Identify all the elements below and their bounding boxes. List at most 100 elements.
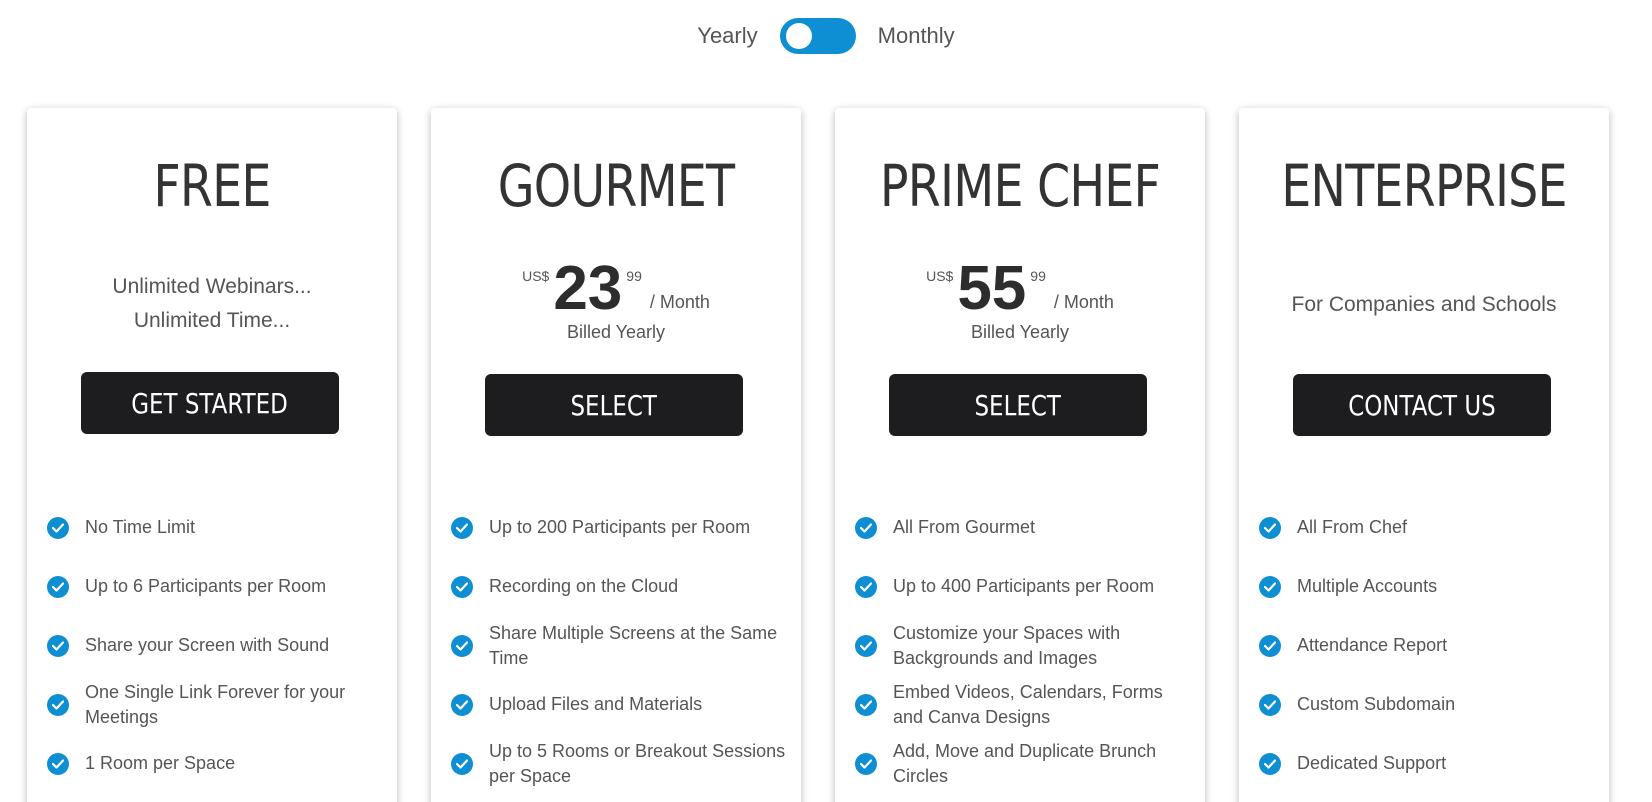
button-label: GET STARTED <box>131 386 289 420</box>
feature-text: Up to 5 Rooms or Breakout Sessions per S… <box>489 740 786 786</box>
feature-item: Recording on the Cloud <box>451 557 791 616</box>
feature-item: Custom Subdomain <box>1259 675 1599 734</box>
price-block: US$ 23 99 / Month Billed Yearly <box>431 258 801 343</box>
feature-list: Up to 200 Participants per Room Recordin… <box>451 498 791 793</box>
billing-note: Billed Yearly <box>970 322 1070 342</box>
check-icon <box>1259 752 1281 775</box>
feature-item: One Single Link Forever for your Meeting… <box>47 675 387 734</box>
feature-text: Up to 200 Participants per Room <box>489 517 751 537</box>
tagline-line: Unlimited Time... <box>133 309 291 332</box>
plan-title: ENTERPRISE <box>1281 152 1567 220</box>
feature-item: Add, Move and Duplicate Brunch Circles <box>855 734 1195 793</box>
feature-item: Up to 200 Participants per Room <box>451 498 791 557</box>
select-gourmet-button[interactable]: SELECT <box>485 374 743 436</box>
check-icon <box>1259 693 1281 716</box>
feature-text: Share your Screen with Sound <box>85 635 330 655</box>
pricing-page: Yearly Monthly FREE Unlimited Webinars..… <box>0 0 1652 802</box>
check-icon <box>451 575 473 598</box>
feature-text: Dedicated Support <box>1297 753 1447 773</box>
feature-text: Embed Videos, Calendars, Forms and Canva… <box>893 681 1163 727</box>
get-started-button[interactable]: GET STARTED <box>81 372 339 434</box>
plan-card-enterprise: ENTERPRISE For Companies and Schools CON… <box>1239 108 1609 802</box>
switch-knob[interactable] <box>785 23 812 49</box>
feature-item: Dedicated Support <box>1259 734 1599 793</box>
check-icon <box>451 634 473 657</box>
check-icon <box>47 752 69 775</box>
billing-toggle: Yearly Monthly <box>0 18 1652 54</box>
check-icon <box>1259 575 1281 598</box>
check-icon <box>451 693 473 716</box>
price-row: US$ 55 99 / Month <box>835 258 1205 320</box>
feature-item: Share Multiple Screens at the Same Time <box>451 616 791 675</box>
contact-us-button[interactable]: CONTACT US <box>1293 374 1551 436</box>
feature-item: Embed Videos, Calendars, Forms and Canva… <box>855 675 1195 734</box>
button-label: CONTACT US <box>1348 388 1496 422</box>
feature-text: Up to 6 Participants per Room <box>85 576 327 596</box>
plan-card-prime-chef: PRIME CHEF US$ 55 99 / Month Billed Year… <box>835 108 1205 802</box>
check-icon <box>855 634 877 657</box>
check-icon <box>855 693 877 716</box>
feature-list: All From Gourmet Up to 400 Participants … <box>855 498 1195 793</box>
check-icon <box>451 516 473 539</box>
feature-item: Up to 400 Participants per Room <box>855 557 1195 616</box>
tagline-line: Unlimited Webinars... <box>112 275 312 298</box>
feature-text: Multiple Accounts <box>1297 576 1438 596</box>
check-icon <box>855 516 877 539</box>
plan-cards: FREE Unlimited Webinars... Unlimited Tim… <box>27 108 1609 802</box>
feature-list: No Time Limit Up to 6 Participants per R… <box>47 498 387 793</box>
feature-text: Share Multiple Screens at the Same Time <box>489 622 778 668</box>
billing-switch[interactable] <box>779 18 856 54</box>
price-cents: 99 <box>1030 268 1046 284</box>
price-row: US$ 23 99 / Month <box>431 258 801 320</box>
button-label: SELECT <box>974 388 1062 422</box>
check-icon <box>1259 634 1281 657</box>
check-icon <box>47 575 69 598</box>
check-icon <box>855 752 877 775</box>
price-currency: US$ <box>926 268 954 284</box>
feature-text: Attendance Report <box>1297 635 1448 655</box>
price-cents: 99 <box>626 268 642 284</box>
check-icon <box>47 516 69 539</box>
feature-item: Multiple Accounts <box>1259 557 1599 616</box>
button-label: SELECT <box>570 388 658 422</box>
feature-text: All From Gourmet <box>893 517 1036 537</box>
select-prime-chef-button[interactable]: SELECT <box>889 374 1147 436</box>
feature-text: Custom Subdomain <box>1297 694 1456 714</box>
feature-item: All From Chef <box>1259 498 1599 557</box>
monthly-label[interactable]: Monthly <box>878 23 955 49</box>
feature-item: Up to 6 Participants per Room <box>47 557 387 616</box>
feature-item: Up to 5 Rooms or Breakout Sessions per S… <box>451 734 791 793</box>
feature-text: Upload Files and Materials <box>489 694 703 714</box>
feature-item: All From Gourmet <box>855 498 1195 557</box>
feature-text: Recording on the Cloud <box>489 576 679 596</box>
feature-item: 1 Room per Space <box>47 734 387 793</box>
plan-tagline: Unlimited Webinars... Unlimited Time... <box>27 270 397 338</box>
plan-card-free: FREE Unlimited Webinars... Unlimited Tim… <box>27 108 397 802</box>
plan-tagline: For Companies and Schools <box>1291 293 1557 316</box>
price-block: US$ 55 99 / Month Billed Yearly <box>835 258 1205 343</box>
price-currency: US$ <box>522 268 550 284</box>
plan-title: GOURMET <box>497 152 735 220</box>
plan-title: FREE <box>153 152 271 220</box>
check-icon <box>855 575 877 598</box>
feature-text: One Single Link Forever for your Meeting… <box>85 681 346 727</box>
feature-text: Customize your Spaces with Backgrounds a… <box>893 622 1121 668</box>
price-period: / Month <box>649 292 710 312</box>
check-icon <box>47 693 69 716</box>
feature-text: No Time Limit <box>85 517 196 537</box>
check-icon <box>47 634 69 657</box>
price-amount: 55 <box>957 254 1027 323</box>
feature-text: All From Chef <box>1297 517 1408 537</box>
feature-item: Attendance Report <box>1259 616 1599 675</box>
feature-item: No Time Limit <box>47 498 387 557</box>
price-period: / Month <box>1053 292 1114 312</box>
feature-item: Customize your Spaces with Backgrounds a… <box>855 616 1195 675</box>
feature-text: 1 Room per Space <box>85 753 236 773</box>
yearly-label[interactable]: Yearly <box>697 23 757 49</box>
plan-card-gourmet: GOURMET US$ 23 99 / Month Billed Yearly … <box>431 108 801 802</box>
billing-note: Billed Yearly <box>566 322 666 342</box>
feature-text: Add, Move and Duplicate Brunch Circles <box>893 740 1157 786</box>
feature-list: All From Chef Multiple Accounts Attendan… <box>1259 498 1599 793</box>
check-icon <box>1259 516 1281 539</box>
feature-item: Share your Screen with Sound <box>47 616 387 675</box>
